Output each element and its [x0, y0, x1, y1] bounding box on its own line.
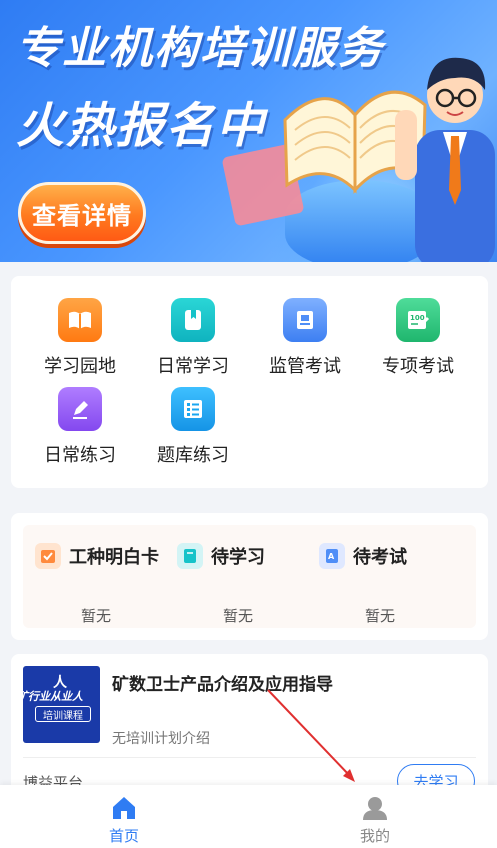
menu-item-label: 日常练习	[44, 445, 116, 466]
home-icon	[113, 797, 135, 819]
score-pen-icon: 100	[396, 298, 440, 342]
book-icon	[177, 543, 203, 569]
feature-menu-card: 学习园地 日常学习 监管考试 100 专项考试 日常练习 题库练习	[11, 276, 488, 488]
bottom-tab-bar: 首页 我的	[0, 785, 497, 848]
menu-item-label: 学习园地	[44, 356, 116, 377]
status-value: 暂无	[223, 607, 254, 625]
menu-item-label: 日常学习	[157, 356, 229, 377]
tab-label: 首页	[108, 827, 139, 845]
menu-item-supervision-exam[interactable]: 监管考试	[249, 298, 361, 378]
menu-item-daily-practice[interactable]: 日常练习	[24, 387, 136, 467]
status-value: 暂无	[81, 607, 112, 625]
scroll-certificate-icon	[283, 298, 327, 342]
pen-edit-icon	[58, 387, 102, 431]
svg-text:100: 100	[410, 314, 425, 322]
promo-banner[interactable]: 专业机构培训服务 火热报名中 查看详情	[0, 0, 497, 262]
exam-paper-icon: A	[319, 543, 345, 569]
book-open-icon	[58, 298, 102, 342]
status-summary-panel: 工种明白卡 暂无 待学习 暂无 A 待考试 暂无	[23, 525, 476, 628]
bookmark-book-icon	[171, 298, 215, 342]
svg-text:A: A	[328, 552, 335, 561]
teacher-illustration	[395, 57, 495, 262]
thumbnail-tag: 培训课程	[35, 706, 91, 722]
menu-item-study-garden[interactable]: 学习园地	[24, 298, 136, 378]
banner-title-line2: 火热报名中	[16, 98, 267, 154]
tab-label: 我的	[359, 827, 390, 845]
status-header: 待学习	[177, 543, 265, 569]
status-header: 工种明白卡	[35, 543, 159, 569]
course-thumbnail: 人 矿行业从业人 培训课程	[23, 666, 100, 743]
course-description: 无培训计划介绍	[112, 731, 210, 747]
checklist-icon	[35, 543, 61, 569]
view-details-button[interactable]: 查看详情	[18, 182, 146, 244]
menu-item-question-bank[interactable]: 题库练习	[137, 387, 249, 467]
menu-item-daily-study[interactable]: 日常学习	[137, 298, 249, 378]
menu-item-label: 题库练习	[157, 445, 229, 466]
menu-item-special-exam[interactable]: 100 专项考试	[362, 298, 474, 378]
tab-mine[interactable]: 我的	[335, 795, 415, 846]
divider	[23, 757, 476, 758]
menu-item-label: 监管考试	[269, 356, 341, 377]
status-header: A 待考试	[319, 543, 407, 569]
course-title: 矿数卫士产品介绍及应用指导	[112, 675, 333, 695]
status-label: 待学习	[211, 547, 265, 568]
thumbnail-text: 矿行业从业人	[23, 690, 83, 703]
list-document-icon	[171, 387, 215, 431]
tab-home[interactable]: 首页	[84, 795, 164, 846]
status-to-exam[interactable]: A 待考试 暂无	[319, 525, 459, 628]
status-work-card[interactable]: 工种明白卡 暂无	[35, 525, 175, 628]
user-icon	[363, 797, 387, 820]
menu-item-label: 专项考试	[382, 356, 454, 377]
status-summary-card: 工种明白卡 暂无 待学习 暂无 A 待考试 暂无	[11, 513, 488, 640]
status-to-study[interactable]: 待学习 暂无	[177, 525, 317, 628]
status-label: 工种明白卡	[69, 547, 159, 568]
status-label: 待考试	[353, 547, 407, 568]
status-value: 暂无	[365, 607, 396, 625]
